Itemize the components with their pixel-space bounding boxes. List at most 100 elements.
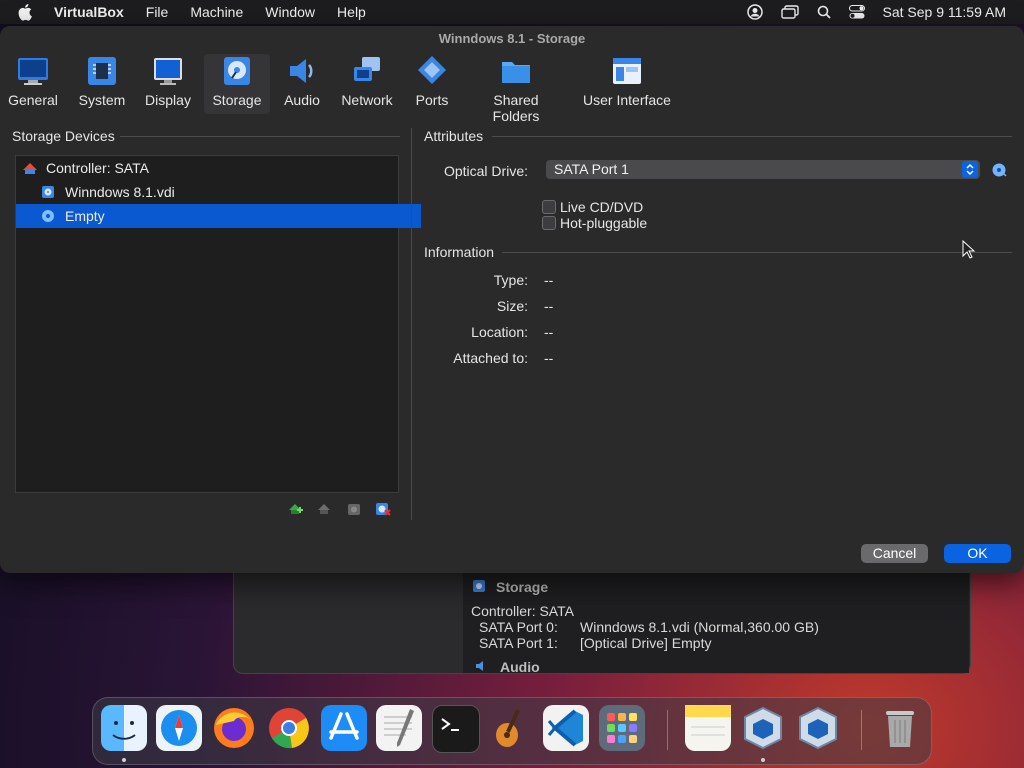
running-indicator [122,758,126,762]
add-attachment-icon[interactable] [345,500,363,518]
monitor-icon [16,54,50,88]
info-size-value: -- [544,298,554,314]
speaker-icon [285,54,319,88]
tab-display-label: Display [145,92,191,108]
optical-icon [41,209,55,223]
storage-section-icon [472,579,486,593]
tab-ports-label: Ports [415,92,449,108]
tab-shared-folders[interactable]: Shared Folders [469,54,563,124]
information-header: Information [424,244,495,260]
trash-icon[interactable] [877,705,923,751]
tab-storage-label: Storage [212,92,262,108]
window-switcher-icon[interactable] [780,5,799,19]
add-controller-icon[interactable] [286,500,304,518]
storage-devices-rule [120,136,400,137]
controller-icon [22,161,37,175]
firefox-icon[interactable] [211,705,257,751]
live-cd-label[interactable]: Live CD/DVD [560,199,643,215]
vm-details-window: Storage Controller: SATA SATA Port 0: Wi… [233,560,971,675]
virtualbox-vm-icon[interactable] [795,705,841,751]
information-rule [502,252,1012,253]
bg-port0-value: Winndows 8.1.vdi (Normal,360.00 GB) [580,619,819,635]
tab-storage[interactable]: Storage [204,54,270,114]
vscode-icon[interactable] [543,705,589,751]
live-cd-checkbox[interactable] [542,200,556,214]
storage-tree[interactable]: Controller: SATA Winndows 8.1.vdi Empty [15,155,421,493]
clock[interactable]: Sat Sep 9 11:59 AM [883,4,1007,20]
appstore-icon[interactable] [321,705,367,751]
hot-pluggable-checkbox[interactable] [542,216,556,230]
tab-system[interactable]: System [75,54,129,114]
attributes-rule [492,136,1012,137]
tab-user-interface[interactable]: User Interface [582,54,672,114]
user-account-icon[interactable] [746,4,763,20]
audio-section-icon [474,659,488,673]
bg-port1-label: SATA Port 1: [479,635,558,651]
settings-toolbar: General System Display Storage Audio Net… [0,54,1024,124]
bg-port1-value: [Optical Drive] Empty [580,635,712,651]
virtualbox-icon[interactable] [740,705,786,751]
tab-audio[interactable]: Audio [280,54,324,114]
notes-icon[interactable] [685,705,731,751]
tree-item-label: Winndows 8.1.vdi [65,184,175,200]
tab-display[interactable]: Display [142,54,194,114]
control-center-icon[interactable] [848,5,865,19]
tab-ports[interactable]: Ports [410,54,454,114]
tab-audio-label: Audio [284,92,320,108]
hot-pluggable-label[interactable]: Hot-pluggable [560,215,647,231]
menu-bar: VirtualBox File Machine Window Help Sat … [0,0,1024,24]
bg-port0-label: SATA Port 0: [479,619,558,635]
tab-network[interactable]: Network [338,54,396,114]
remove-controller-icon[interactable] [315,500,333,518]
textedit-icon[interactable] [376,705,422,751]
menu-machine[interactable]: Machine [190,4,243,20]
dialog-title: Winndows 8.1 - Storage [438,31,586,46]
menu-help[interactable]: Help [337,4,366,20]
storage-section-title: Storage [496,579,549,595]
info-type-value: -- [544,272,554,288]
storage-settings-dialog: Winndows 8.1 - Storage General System Di… [0,26,1024,573]
pane-splitter[interactable] [411,128,412,520]
hdd-icon [41,185,55,199]
ok-button[interactable]: OK [944,544,1011,563]
network-icon [350,54,384,88]
menu-file[interactable]: File [146,4,169,20]
tree-item-vdi[interactable]: Winndows 8.1.vdi [16,180,421,204]
tree-item-label: Controller: SATA [46,160,149,176]
running-indicator [761,758,765,762]
dock-separator [861,710,862,750]
tab-network-label: Network [341,92,393,108]
menu-app-name[interactable]: VirtualBox [54,4,124,20]
menu-window[interactable]: Window [265,4,315,20]
folder-icon [499,54,533,88]
attributes-header: Attributes [424,128,484,144]
search-icon[interactable] [817,5,831,19]
mouse-cursor-icon [962,239,976,260]
display-icon [151,54,185,88]
chip-icon [85,54,119,88]
optical-drive-value: SATA Port 1 [554,161,629,177]
tab-user-interface-label: User Interface [583,92,671,108]
dock [92,697,932,765]
dock-separator [667,710,668,750]
info-location-label: Location: [471,324,528,340]
info-location-value: -- [544,324,554,340]
chrome-icon[interactable] [266,705,312,751]
choose-disk-icon[interactable] [991,162,1007,178]
launchpad-icon[interactable] [599,705,645,751]
apple-icon[interactable] [18,3,36,21]
garageband-icon[interactable] [487,705,533,751]
finder-icon[interactable] [101,705,147,751]
tab-general-label: General [8,92,58,108]
safari-icon[interactable] [156,705,202,751]
tree-item-controller-sata[interactable]: Controller: SATA [16,156,402,180]
window-icon [610,54,644,88]
terminal-icon[interactable] [432,705,480,753]
optical-drive-select[interactable]: SATA Port 1 [546,160,980,179]
cancel-button[interactable]: Cancel [861,544,928,563]
info-attached-value: -- [544,350,554,366]
remove-attachment-icon[interactable] [374,500,392,518]
tab-general[interactable]: General [6,54,60,114]
tab-shared-folders-label: Shared Folders [492,92,540,124]
tree-item-empty-optical[interactable]: Empty [16,204,421,228]
